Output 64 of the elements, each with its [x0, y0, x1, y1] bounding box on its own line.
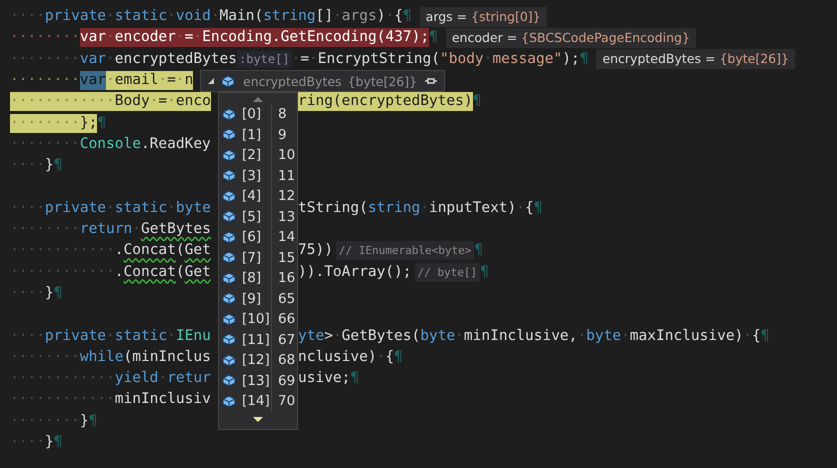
code-line: ············minInclusiv	[10, 390, 211, 410]
value-hint[interactable]: encoder = {SBCSCodePageEncoding}	[446, 28, 696, 48]
array-element-row[interactable]: [3] 11	[219, 166, 297, 186]
code-line: ·=·EncryptString("body·message");¶	[292, 50, 588, 69]
expand-triangle-icon[interactable]	[207, 77, 215, 85]
array-element-row[interactable]: [14] 70	[219, 391, 297, 412]
code-line: 75))	[298, 241, 333, 260]
code-line: usive;¶	[298, 369, 360, 388]
code-line: ····}¶	[10, 156, 62, 176]
code-line: ········var·encryptedBytes	[10, 50, 237, 69]
cube-icon	[222, 394, 236, 408]
cube-icon	[222, 292, 236, 306]
code-line: ············.Concat(Get	[10, 262, 211, 282]
cube-icon	[222, 272, 236, 285]
array-element-row[interactable]: [10] 66	[219, 309, 297, 330]
code-line: ········}¶	[10, 412, 98, 431]
array-element-row[interactable]: [4] 12	[219, 186, 297, 206]
code-line: ····private·static·IEnu	[10, 326, 211, 346]
cube-icon	[222, 128, 236, 142]
array-element-row[interactable]: [6] 14	[219, 227, 297, 248]
array-element-row[interactable]: [1] 9	[219, 124, 297, 145]
type-hint: :byte[]	[237, 50, 292, 68]
cube-icon	[222, 374, 236, 388]
code-line: ········return·GetBytes	[10, 220, 211, 240]
array-element-row[interactable]: [7] 15	[219, 248, 297, 268]
code-line: ············.Concat(Get	[10, 241, 211, 260]
cube-icon	[222, 148, 236, 162]
array-element-row[interactable]: [13] 69	[219, 370, 297, 391]
variable-value: {byte[26]}	[348, 74, 418, 88]
array-element-row[interactable]: [2] 10	[219, 145, 297, 166]
code-line: nclusive)·{¶	[298, 348, 403, 367]
cube-icon	[222, 190, 236, 203]
code-line: ········while(minInclus	[10, 348, 211, 367]
cube-icon	[222, 230, 236, 244]
array-element-row[interactable]: [0] 8	[219, 104, 297, 124]
value-hint[interactable]: args = {string[0]}	[420, 6, 547, 27]
code-line: ····private·static·void·Main(string[]·args)·{¶	[10, 7, 412, 26]
variable-name: encryptedBytes	[243, 74, 342, 88]
pin-icon[interactable]	[424, 76, 438, 86]
scroll-up-arrow-icon[interactable]	[253, 96, 263, 102]
code-line: ····private·static·byte	[10, 198, 211, 218]
cube-icon	[222, 333, 236, 346]
code-line: tString(string·inputText)·{¶	[298, 198, 542, 218]
cube-icon	[222, 354, 236, 367]
code-line: ····}¶	[10, 433, 62, 452]
scroll-down-arrow-icon[interactable]	[253, 417, 263, 423]
code-line: yte>·GetBytes(byte·minInclusive,·byte·maxInclusive)·{¶	[298, 326, 770, 346]
code-line: )).ToArray();	[298, 262, 412, 282]
cube-icon	[222, 210, 236, 224]
code-line: ····}¶	[10, 284, 62, 303]
code-line: ········Console.ReadKey	[10, 134, 211, 154]
cube-icon	[222, 312, 236, 326]
cube-icon	[221, 74, 235, 88]
array-element-row[interactable]: [8] 16	[219, 268, 297, 288]
comment-hint: // byte[]	[414, 262, 480, 282]
cube-icon	[222, 169, 236, 182]
value-hint[interactable]: encryptedBytes = {byte[26]}	[596, 49, 795, 70]
comment-hint: // IEnumerable<byte>	[336, 241, 474, 260]
cube-icon	[222, 251, 236, 264]
array-element-row[interactable]: [11] 67	[219, 330, 297, 350]
array-element-row[interactable]: [12] 68	[219, 350, 297, 370]
array-element-row[interactable]: [5] 13	[219, 206, 297, 227]
cube-icon	[222, 108, 236, 121]
array-element-row[interactable]: [9] 65	[219, 288, 297, 309]
